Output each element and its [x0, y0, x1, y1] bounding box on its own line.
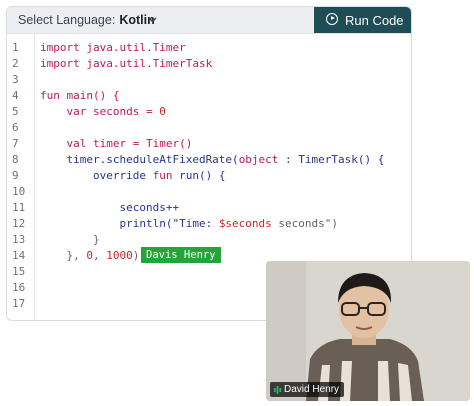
chevron-down-icon[interactable]: [147, 14, 158, 25]
code-token: 0: [86, 249, 93, 262]
language-selector[interactable]: Select Language: Kotlin: [18, 13, 155, 27]
code-line-12: println("Time: $seconds seconds"): [40, 217, 338, 230]
code-token: timer.scheduleAtFixedRate(: [40, 153, 239, 166]
code-token: import java.util.Timer: [40, 41, 186, 54]
play-icon: [326, 13, 338, 25]
code-token: ): [132, 249, 140, 262]
code-line-8: timer.scheduleAtFixedRate(object : Timer…: [40, 153, 384, 166]
video-tile[interactable]: David Henry: [266, 261, 470, 401]
code-token: fun: [40, 89, 60, 102]
participant-name-tag: David Henry: [270, 382, 345, 397]
line-number: 8: [12, 153, 19, 166]
code-line-5: var seconds = 0: [40, 105, 166, 118]
line-number-gutter: 1 2 3 4 5 6 7 8 9 10 11 12 13 14 15 16 1…: [7, 34, 35, 320]
line-number: 3: [12, 73, 19, 86]
line-number: 7: [12, 137, 19, 150]
line-number: 4: [12, 89, 19, 102]
line-number: 16: [12, 281, 26, 294]
code-line-2: import java.util.TimerTask: [40, 57, 212, 70]
code-token: timer = Timer(): [86, 137, 193, 150]
line-number: 6: [12, 121, 19, 134]
code-token: var: [40, 105, 87, 118]
code-line-11: seconds++: [40, 201, 179, 214]
line-number: 10: [12, 185, 26, 198]
mic-activity-icon: [274, 386, 281, 394]
code-token: },: [40, 249, 87, 262]
line-number: 9: [12, 169, 19, 182]
editor-toolbar: Select Language: Kotlin Run Code: [7, 7, 411, 34]
code-token: : TimerTask() {: [278, 153, 385, 166]
participant-name: David Henry: [284, 384, 340, 395]
code-token: }: [40, 233, 100, 246]
code-token: import java.util.TimerTask: [40, 57, 213, 70]
code-line-9: override fun run() {: [40, 169, 225, 182]
code-token: seconds"): [271, 217, 339, 230]
code-token: seconds++: [40, 201, 180, 214]
code-token: ,: [92, 249, 107, 262]
line-number: 14: [12, 249, 26, 262]
code-token: fun: [145, 169, 173, 182]
code-line-1: import java.util.Timer: [40, 41, 186, 54]
code-token: run() {: [172, 169, 226, 182]
code-token: main() {: [59, 89, 120, 102]
collaborator-cursor-label: Davis Henry: [141, 247, 221, 263]
code-token: 1000: [106, 249, 133, 262]
code-token: 0: [159, 105, 166, 118]
line-number: 12: [12, 217, 26, 230]
line-number: 2: [12, 57, 19, 70]
language-select-label: Select Language:: [18, 13, 116, 27]
line-number: 17: [12, 297, 26, 310]
line-number: 11: [12, 201, 26, 214]
code-token: println("Time:: [40, 217, 219, 230]
code-token: $seconds: [218, 217, 272, 230]
code-line-7: val timer = Timer(): [40, 137, 192, 150]
code-token: override: [40, 169, 146, 182]
code-token: val: [40, 137, 87, 150]
code-line-14: }, 0, 1000): [40, 249, 139, 262]
code-token: object: [238, 153, 279, 166]
line-number: 15: [12, 265, 26, 278]
line-number: 13: [12, 233, 26, 246]
code-line-4: fun main() {: [40, 89, 119, 102]
run-code-label: Run Code: [345, 13, 404, 28]
code-token: seconds =: [86, 105, 160, 118]
line-number: 5: [12, 105, 19, 118]
line-number: 1: [12, 41, 19, 54]
run-code-button[interactable]: Run Code: [314, 7, 411, 33]
participant-video-frame: [266, 261, 470, 401]
code-line-13: }: [40, 233, 100, 246]
